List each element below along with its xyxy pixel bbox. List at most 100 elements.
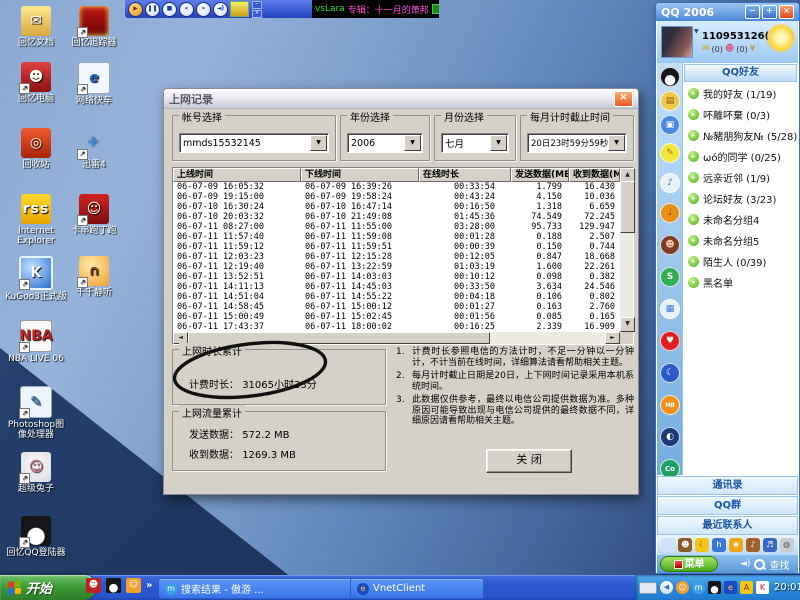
quick-launch-qq-icon[interactable]: [106, 578, 121, 593]
friend-group-row[interactable]: ▸ 未命名分组5: [683, 230, 798, 251]
close-icon[interactable]: ×: [779, 5, 794, 19]
game-icon[interactable]: [661, 538, 675, 552]
money-icon[interactable]: ¥: [750, 44, 756, 54]
moon-person-icon[interactable]: ☾: [695, 538, 709, 552]
table-row[interactable]: 06-07-11 14:11:13 06-07-11 14:45:03 00:3…: [173, 282, 620, 292]
desktop-icon-memory-tracker[interactable]: ↗ 回忆追踪器: [62, 6, 126, 48]
pet-icon[interactable]: ☻: [678, 538, 692, 552]
minimize-icon[interactable]: −: [745, 5, 760, 19]
year-select[interactable]: 2006 ▼: [347, 133, 423, 153]
quick-launch-app-icon[interactable]: ☻: [86, 578, 101, 593]
heart-tab-icon[interactable]: ♥: [660, 331, 680, 351]
desktop-icon-nba-live[interactable]: NBA↗ NBA LIVE 06: [4, 320, 68, 364]
tray-vnet-icon[interactable]: e: [724, 581, 737, 594]
tray-kaspersky-icon[interactable]: K: [756, 581, 769, 594]
qb-coin-icon[interactable]: ◍: [780, 538, 794, 552]
desktop-icon-photoshop[interactable]: ✎↗ Photoshop图像处理器: [4, 386, 68, 440]
chick-icon[interactable]: ❀: [729, 538, 743, 552]
sphere-tab-icon[interactable]: ◐: [660, 427, 680, 447]
friend-group-row[interactable]: ▾ 黑名单: [683, 272, 798, 293]
stop-button[interactable]: ■: [162, 2, 177, 17]
group-expand-icon[interactable]: ▾: [688, 277, 699, 288]
desktop-icon-super-rabbit[interactable]: ☺↗ 超级兔子: [4, 452, 68, 494]
desktop-icon-kart[interactable]: ☺↗ 卡串跑丁跑: [62, 194, 126, 236]
start-button[interactable]: 开始: [0, 575, 96, 600]
desktop-icon-ie[interactable]: rss Internet Explorer: [4, 194, 68, 246]
folder-tab-icon[interactable]: ▤: [660, 91, 680, 111]
account-select[interactable]: mmds15532145 ▼: [179, 133, 329, 153]
friend-group-row[interactable]: ▸ 远亲近邻 (1/9): [683, 167, 798, 188]
volume-button[interactable]: ◄): [213, 2, 228, 17]
avatar[interactable]: [661, 26, 693, 58]
tray-antivirus-icon[interactable]: A: [740, 581, 753, 594]
person-tab-icon[interactable]: ☻: [660, 235, 680, 255]
cards-tab-icon[interactable]: ▦: [660, 299, 680, 319]
globe-tab-icon[interactable]: S: [660, 267, 680, 287]
group-expand-icon[interactable]: ▸: [688, 172, 699, 183]
friend-group-row[interactable]: ▸ 我的好友 (1/19): [683, 83, 798, 104]
moon-tab-icon[interactable]: ☾: [660, 363, 680, 383]
table-row[interactable]: 06-07-10 16:30:24 06-07-10 16:47:14 00:1…: [173, 202, 620, 212]
tray-face-icon[interactable]: ☺: [676, 581, 689, 594]
column-header[interactable]: 下线时间: [301, 168, 419, 182]
chevron-left-icon[interactable]: ◀: [660, 581, 673, 594]
hb-ball-tab-icon[interactable]: HB: [660, 395, 680, 415]
group-expand-icon[interactable]: ▸: [688, 256, 699, 267]
guitar-icon[interactable]: ♪: [746, 538, 760, 552]
previous-track-button[interactable]: «: [179, 2, 194, 17]
chevron-down-icon[interactable]: ▼: [310, 135, 327, 151]
table-row[interactable]: 06-07-11 17:43:37 06-07-11 18:00:02 00:1…: [173, 322, 620, 332]
next-track-button[interactable]: »: [196, 2, 211, 17]
desktop-icon-memory-docs[interactable]: ✉ 回忆文档: [4, 6, 68, 48]
qq-menu-button[interactable]: 菜单: [660, 556, 718, 572]
scroll-right-icon[interactable]: ►: [605, 332, 620, 344]
desktop-icon-flashget[interactable]: e↗ 网络快车: [62, 62, 126, 106]
chevron-right-icon[interactable]: »: [146, 580, 152, 591]
search-icon[interactable]: [754, 559, 765, 570]
dialog-title-bar[interactable]: 上网记录 ×: [164, 89, 638, 109]
player-minimize-button[interactable]: −: [252, 1, 262, 9]
friend-group-row[interactable]: ▸ ωó的同学 (0/25): [683, 146, 798, 167]
table-row[interactable]: 06-07-11 14:51:04 06-07-11 14:55:22 00:0…: [173, 292, 620, 302]
qq-groups-button[interactable]: QQ群: [657, 496, 798, 515]
qq-friends-tab-header[interactable]: QQ好友: [684, 64, 797, 82]
friend-group-row[interactable]: ▸ 未命名分组4: [683, 209, 798, 230]
desktop-icon-memory-pc[interactable]: ☻↗ 回忆电脑: [4, 62, 68, 104]
desktop-icon-recycle-bin[interactable]: ◎ 回收站: [4, 128, 68, 170]
group-expand-icon[interactable]: ▸: [688, 130, 699, 141]
desktop-icon-thunder[interactable]: ✈↗ 迅雷4: [62, 128, 126, 170]
month-select[interactable]: 七月 ▼: [441, 133, 509, 153]
chevron-down-icon[interactable]: ▼: [608, 135, 625, 151]
computer-tab-icon[interactable]: ▣: [660, 115, 680, 135]
vertical-scroll-thumb[interactable]: [620, 181, 635, 233]
qq-friends-tab-icon[interactable]: [660, 67, 680, 87]
column-header[interactable]: 在线时长: [419, 168, 511, 182]
group-expand-icon[interactable]: ▸: [688, 151, 699, 162]
close-icon[interactable]: ×: [614, 91, 633, 107]
mail-icon[interactable]: ✉: [702, 44, 710, 54]
friend-group-row[interactable]: ▸ 陌生人 (0/39): [683, 251, 798, 272]
speaker-icon[interactable]: ◄): [740, 559, 750, 569]
desktop-icon-ttplayer[interactable]: ∩↗ 千千静听: [62, 256, 126, 298]
avatar-dropdown-icon[interactable]: ▼: [694, 28, 699, 35]
desktop-icon-qq-login[interactable]: ↗ 回忆QQ登陆器: [4, 516, 68, 558]
pause-button[interactable]: ❚❚: [145, 2, 160, 17]
column-header[interactable]: 收到数据(MB): [569, 168, 620, 182]
table-row[interactable]: 06-07-11 11:57:40 06-07-11 11:59:08 00:0…: [173, 232, 620, 242]
chevron-down-icon[interactable]: ▼: [490, 135, 507, 151]
tray-maxthon-icon[interactable]: m: [692, 581, 705, 594]
column-header[interactable]: 上线时间: [173, 168, 301, 182]
member-icon[interactable]: ☻: [725, 44, 734, 54]
table-row[interactable]: 06-07-11 11:59:12 06-07-11 11:59:51 00:0…: [173, 242, 620, 252]
group-expand-icon[interactable]: ▸: [688, 88, 699, 99]
group-expand-icon[interactable]: ▸: [688, 214, 699, 225]
table-row[interactable]: 06-07-10 20:03:32 06-07-10 21:49:08 01:4…: [173, 212, 620, 222]
table-row[interactable]: 06-07-09 19:15:00 06-07-09 19:58:24 00:4…: [173, 192, 620, 202]
guitar-tab-icon[interactable]: ♩: [660, 203, 680, 223]
contacts-button[interactable]: 通讯录: [657, 476, 798, 495]
table-row[interactable]: 06-07-11 12:03:23 06-07-11 12:15:28 00:1…: [173, 252, 620, 262]
music-icon[interactable]: ♬: [763, 538, 777, 552]
maximize-icon[interactable]: +: [762, 5, 777, 19]
chevron-down-icon[interactable]: ▼: [404, 135, 421, 151]
quick-launch-face-icon[interactable]: ☺: [126, 578, 141, 593]
